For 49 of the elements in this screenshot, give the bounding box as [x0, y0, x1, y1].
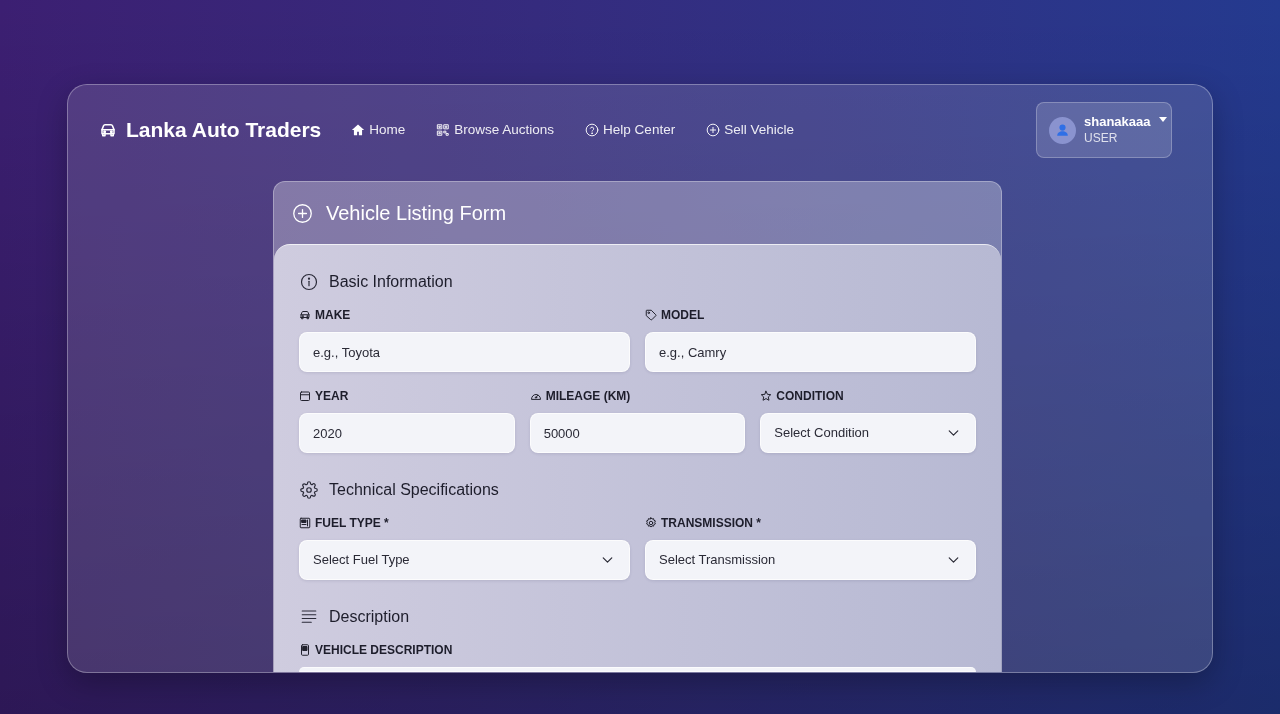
field-label: CONDITION — [776, 388, 844, 405]
caret-icon — [1158, 117, 1167, 122]
nav-link[interactable]: Browse Auctions — [436, 119, 555, 141]
car-icon — [299, 309, 311, 321]
dropdown[interactable]: Select Fuel Type — [299, 540, 630, 580]
field-label: MAKE — [315, 307, 351, 324]
user-role: USER — [1084, 130, 1118, 147]
plus-circle-icon — [706, 123, 721, 137]
user-menu-button[interactable]: shanakaaa USER — [1036, 102, 1172, 158]
dropdown[interactable]: Select Condition — [760, 413, 976, 453]
fuel-icon — [299, 517, 311, 529]
settings-icon — [300, 481, 318, 499]
grid-icon — [436, 123, 451, 137]
field-label: TRANSMISSION * — [661, 515, 761, 532]
user-name: shanakaaa — [1084, 113, 1151, 130]
field-label: MODEL — [661, 307, 705, 324]
input-field[interactable]: 50000 — [529, 413, 746, 453]
car-icon — [98, 121, 118, 139]
textarea-field[interactable] — [299, 667, 976, 672]
nav-link[interactable]: Help Center — [585, 119, 676, 141]
field-label: FUEL TYPE * — [315, 515, 389, 532]
input-field[interactable]: e.g., Camry — [645, 332, 976, 372]
section-title: Technical Specifications — [329, 480, 499, 500]
section-title: Description — [329, 607, 410, 627]
tag-icon — [645, 309, 657, 321]
field-label: MILEAGE (KM) — [545, 388, 631, 405]
chevron-down-icon — [948, 557, 959, 563]
calendar-icon — [299, 390, 311, 402]
star-icon — [760, 390, 773, 402]
info-icon — [300, 273, 318, 291]
form-title: Vehicle Listing Form — [326, 201, 507, 226]
chevron-down-icon — [602, 557, 613, 563]
chevron-down-icon — [948, 430, 959, 436]
field-label: YEAR — [315, 388, 349, 405]
help-icon — [585, 123, 600, 137]
nav-link[interactable]: Sell Vehicle — [706, 119, 794, 141]
nav-link[interactable]: Home — [351, 119, 406, 141]
avatar-icon — [1049, 116, 1076, 144]
field-label: VEHICLE DESCRIPTION — [315, 642, 453, 659]
phone-icon — [299, 644, 311, 656]
cog-icon — [645, 517, 657, 529]
home-icon — [351, 123, 366, 137]
input-field[interactable]: 2020 — [299, 413, 515, 453]
brand-link[interactable]: Lanka Auto Traders — [98, 114, 322, 146]
text-lines-icon — [300, 608, 318, 626]
section-title: Basic Information — [329, 272, 453, 292]
dropdown[interactable]: Select Transmission — [645, 540, 976, 580]
input-field[interactable]: e.g., Toyota — [299, 332, 630, 372]
plus-circle-icon — [292, 202, 313, 224]
